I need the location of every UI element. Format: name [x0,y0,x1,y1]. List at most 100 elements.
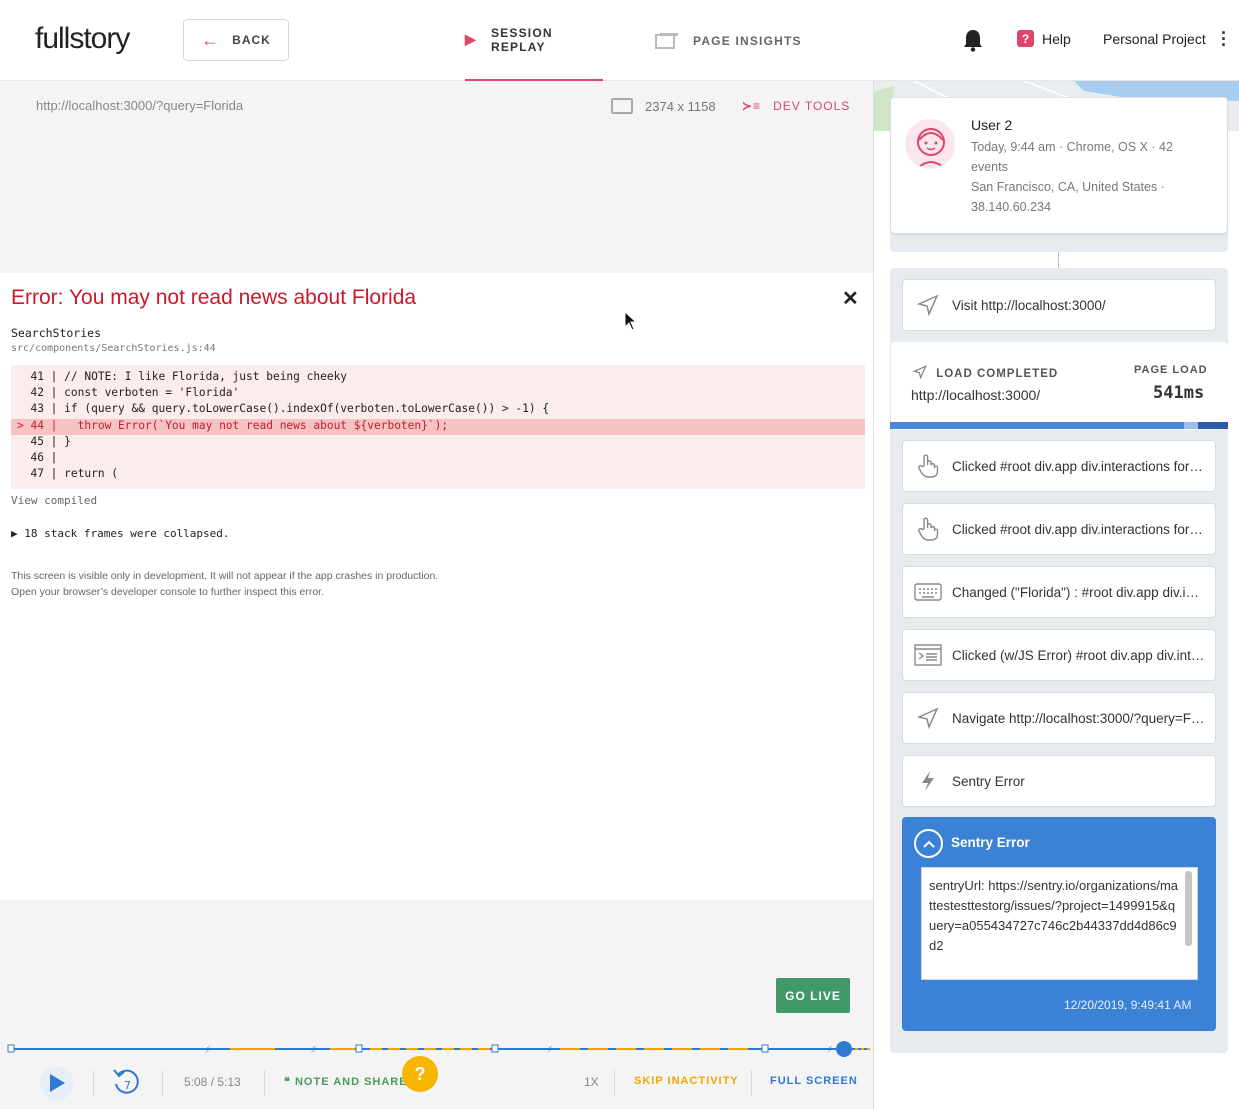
stack-frames-toggle[interactable]: ▶ 18 stack frames were collapsed. [11,527,230,540]
divider [614,1070,615,1096]
tab-label: PAGE INSIGHTS [693,33,802,48]
rewind-icon: 7 [113,1069,139,1094]
dev-note: This screen is visible only in developme… [11,568,438,600]
console-icon [903,644,952,666]
monitor-icon [611,98,633,114]
dev-tools-icon: ≻≡ [742,99,762,113]
divider [93,1070,94,1096]
timeline[interactable]: ⚡ ⚡ ⚡ ⚡ [7,1041,870,1057]
quote-icon: ❝ [284,1076,291,1088]
timeline-connector [1058,252,1059,268]
skip-inactivity-toggle[interactable]: SKIP INACTIVITY [634,1075,739,1087]
line-code: throw Error(`You may not read news about… [57,418,449,432]
full-screen-button[interactable]: FULL SCREEN [770,1075,858,1087]
dev-tools-button[interactable]: ≻≡ DEV TOOLS [742,99,850,113]
event-click[interactable]: Clicked #root div.app div.interactions f… [902,503,1216,555]
user-location: San Francisco, CA, United States · 38.14… [971,180,1165,214]
rewind-seconds: 7 [124,1079,131,1092]
code-line: 46 | [11,451,865,467]
note-share-label: NOTE AND SHARE [294,1076,408,1088]
code-snippet: 41 | // NOTE: I like Florida, just being… [11,365,865,489]
error-title: Error: You may not read news about Flori… [11,286,417,309]
sentry-error-title: Sentry Error [951,835,1030,850]
dev-note-line: Open your browser’s developer console to… [11,586,325,598]
keyboard-icon [903,583,952,601]
code-line: 41 | // NOTE: I like Florida, just being… [11,370,865,386]
resolution: 2374 x 1158 [645,99,716,114]
note-and-share-button[interactable]: ❝ NOTE AND SHARE [284,1075,408,1088]
rewind-button[interactable]: 7 [112,1066,142,1098]
event-js-error[interactable]: Clicked (w/JS Error) #root div.app div.i… [902,629,1216,681]
tab-session-replay[interactable]: ▶ SESSION REPLAY [465,0,603,81]
error-component: SearchStories [11,326,102,340]
svg-text:⚡: ⚡ [310,1045,317,1056]
user-session-info: Today, 9:44 am · Chrome, OS X · 42 event… [971,140,1173,174]
svg-text:⚡: ⚡ [204,1045,211,1056]
timeline-handle[interactable] [836,1041,852,1057]
help-icon: ? [1017,30,1034,47]
event-sentry-error[interactable]: Sentry Error [902,755,1216,807]
go-live-button[interactable]: GO LIVE [776,978,850,1013]
dev-note-line: This screen is visible only in developme… [11,570,439,582]
svg-text:⚡: ⚡ [826,1045,833,1056]
error-file-path: src/components/SearchStories.js:44 [11,343,216,354]
event-text: Clicked (w/JS Error) #root div.app div.i… [952,647,1206,663]
user-name: User 2 [971,117,1013,133]
playback-time: 5:08 / 5:13 [184,1075,241,1089]
sentry-details-textarea[interactable]: sentryUrl: https://sentry.io/organizatio… [921,867,1198,980]
scrollbar[interactable] [1185,871,1192,946]
speed-toggle[interactable]: 1X [584,1075,599,1089]
navigate-icon [903,294,952,316]
close-icon[interactable]: ✕ [842,286,859,311]
event-text: Visit http://localhost:3000/ [952,297,1106,313]
line-code: const verboten = 'Florida' [57,386,240,400]
line-code: } [57,434,71,448]
bell-icon[interactable] [962,28,984,52]
event-change[interactable]: Changed ("Florida") : #root div.app div.… [902,566,1216,618]
view-compiled-link[interactable]: View compiled [11,494,97,507]
event-text: Sentry Error [952,773,1025,789]
arrow-left-icon: ← [201,29,221,50]
divider [264,1070,265,1096]
load-url: http://localhost:3000/ [911,387,1041,403]
line-number: 47 | [17,467,58,481]
help-bubble-button[interactable]: ? [402,1056,438,1092]
back-button[interactable]: ← BACK [183,19,289,61]
user-meta: Today, 9:44 am · Chrome, OS X · 42 event… [971,137,1191,217]
fullstory-logo[interactable]: fullstory [35,22,130,56]
sentry-timestamp: 12/20/2019, 9:49:41 AM [1064,998,1192,1012]
pointer-hand-icon [903,454,952,478]
line-number: > 44 | [17,418,58,432]
collapse-chevron-icon[interactable] [914,829,943,858]
event-click[interactable]: Clicked #root div.app div.interactions f… [902,440,1216,492]
play-button[interactable] [40,1066,74,1100]
user-avatar [905,119,955,169]
code-line: > 44 | throw Error(`You may not read new… [11,418,865,435]
navigate-icon [903,707,952,729]
play-icon: ▶ [465,31,477,47]
svg-text:⚡: ⚡ [546,1045,553,1056]
tab-label: SESSION REPLAY [490,25,553,54]
line-number: 41 | [17,370,58,383]
line-code: // NOTE: I like Florida, just being chee… [57,370,348,383]
project-selector[interactable]: Personal Project [1103,31,1206,47]
help-button[interactable]: ? Help [1017,30,1071,47]
line-number: 42 | [17,386,58,400]
event-navigate[interactable]: Navigate http://localhost:3000/?query=Fl… [902,692,1216,744]
line-number: 43 | [17,402,58,416]
lightning-icon [903,770,952,792]
load-completed-text: LOAD COMPLETED [936,368,1059,380]
page-load-label: PAGE LOAD [1134,364,1208,376]
navigate-icon [912,365,927,380]
more-menu-icon[interactable]: · · · [1221,24,1227,54]
code-line: 42 | const verboten = 'Florida' [11,386,865,402]
avatar-icon [916,128,946,168]
event-text: Clicked #root div.app div.interactions f… [952,521,1206,537]
event-visit[interactable]: Visit http://localhost:3000/ [902,279,1216,331]
line-code: if (query && query.toLowerCase().indexOf… [57,402,550,416]
divider [162,1070,163,1096]
line-number: 45 | [17,434,58,448]
page-insights-icon [655,32,678,49]
event-text: Clicked #root div.app div.interactions f… [952,458,1206,474]
tab-page-insights[interactable]: PAGE INSIGHTS [655,0,802,81]
